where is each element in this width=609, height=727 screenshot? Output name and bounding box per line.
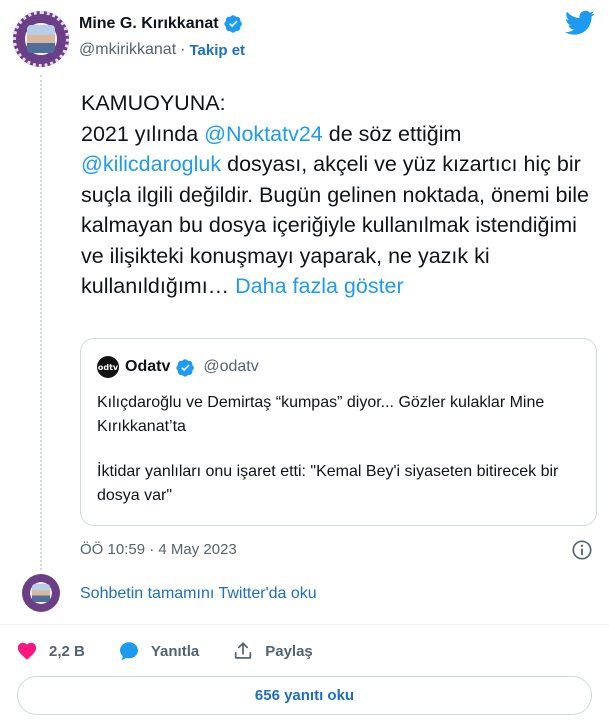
reply-bubble-icon — [119, 642, 138, 661]
twitter-bird-icon[interactable] — [565, 10, 595, 36]
read-replies-button[interactable]: 656 yanıtı oku — [17, 676, 592, 715]
like-count: 2,2 B — [49, 642, 85, 660]
quoted-author-name: Odatv — [125, 358, 171, 375]
verified-badge-icon — [176, 358, 195, 377]
verified-badge-icon — [223, 15, 242, 33]
tweet-body: KAMUOYUNA: 2021 yılında @Noktatv24 de sö… — [81, 88, 596, 302]
reply-button[interactable]: Yanıtla — [118, 640, 199, 662]
avatar-ring — [13, 11, 69, 67]
action-bar: 2,2 B Yanıtla Paylaş — [16, 636, 346, 666]
share-label: Paylaş — [265, 642, 313, 660]
quoted-tweet[interactable]: odtv Odatv @odatv Kılıçdaroğlu ve Demirt… — [80, 338, 597, 526]
avatar-photo — [32, 584, 50, 602]
share-icon — [235, 642, 252, 659]
quoted-author-avatar: odtv — [97, 356, 119, 378]
follow-link[interactable]: Takip et — [189, 42, 245, 59]
embedded-tweet-card: Mine G. Kırıkkanat @mkirikkanat · Takip … — [0, 0, 609, 727]
tweet-line-heading: KAMUOYUNA: — [81, 91, 226, 115]
thread-author-avatar[interactable] — [22, 574, 60, 612]
author-handle[interactable]: @mkirikkanat — [79, 41, 176, 59]
quoted-tweet-header: odtv Odatv @odatv — [97, 356, 259, 378]
author-name-row: Mine G. Kırıkkanat — [79, 14, 243, 33]
mention-link[interactable]: @Noktatv24 — [204, 122, 323, 146]
separator-dot: · — [180, 41, 186, 58]
share-button[interactable]: Paylaş — [232, 640, 313, 662]
show-more-link[interactable]: Daha fazla göster — [235, 274, 404, 298]
quoted-author-handle: @odatv — [203, 358, 259, 375]
mention-link[interactable]: @kilicdarogluk — [81, 152, 221, 176]
read-full-thread-link[interactable]: Sohbetin tamamını Twitter'da oku — [80, 585, 317, 603]
tweet-text-part: de söz ettiğim — [322, 121, 462, 146]
info-icon[interactable] — [571, 539, 593, 561]
quoted-paragraph-1: Kılıçdaroğlu ve Demirtaş “kumpas” diyor.… — [97, 394, 545, 435]
tweet-text-part: 2021 yılında — [81, 121, 205, 146]
tweet-timestamp[interactable]: ÖÖ 10:59 · 4 May 2023 — [80, 541, 237, 558]
author-name[interactable]: Mine G. Kırıkkanat — [79, 15, 219, 33]
like-button[interactable]: 2,2 B — [16, 640, 85, 662]
author-avatar[interactable] — [13, 11, 69, 67]
divider — [0, 624, 609, 625]
reply-label: Yanıtla — [150, 642, 200, 660]
quoted-paragraph-2: İktidar yanlıları onu işaret etti: "Kema… — [97, 463, 559, 504]
author-handle-row: @mkirikkanat · Takip et — [79, 41, 245, 59]
thread-connector — [40, 75, 42, 570]
heart-icon — [17, 642, 37, 660]
